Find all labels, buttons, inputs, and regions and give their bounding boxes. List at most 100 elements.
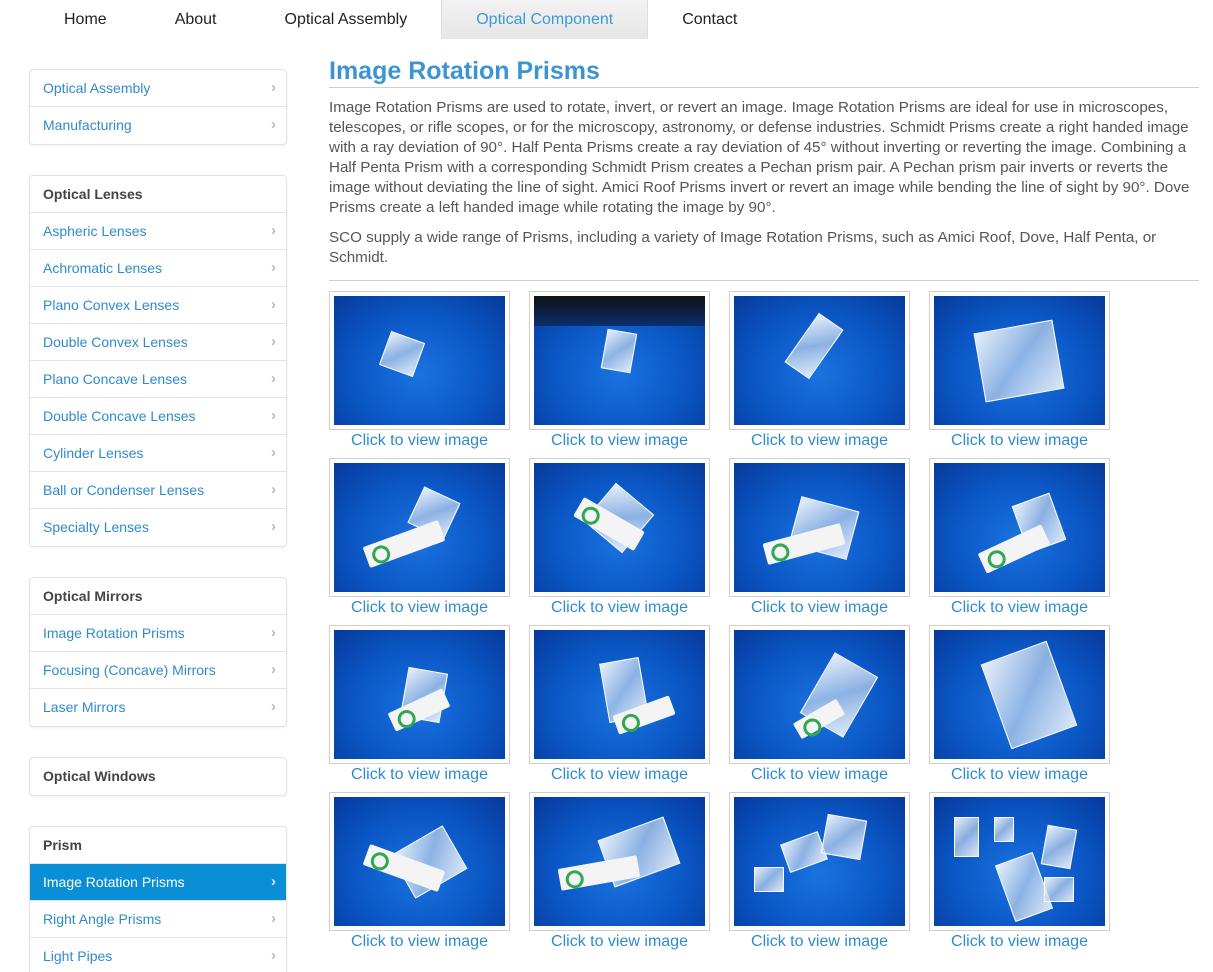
- sidebar-item-image-rotation-prisms[interactable]: Image Rotation Prisms ›: [30, 864, 286, 901]
- nav-optical-assembly[interactable]: Optical Assembly: [251, 0, 442, 39]
- gallery-thumbnail-frame[interactable]: [729, 291, 910, 430]
- chevron-right-icon: ›: [271, 698, 276, 715]
- sidebar-item-mirror-image-rotation-prisms[interactable]: Image Rotation Prisms ›: [30, 615, 286, 652]
- view-image-link[interactable]: Click to view image: [729, 932, 910, 952]
- prism-photo[interactable]: [734, 463, 905, 592]
- gallery-item[interactable]: Click to view image: [529, 625, 710, 785]
- gallery-item[interactable]: Click to view image: [729, 792, 910, 952]
- chevron-right-icon: ›: [271, 116, 276, 133]
- view-image-link[interactable]: Click to view image: [929, 598, 1110, 618]
- sidebar-item-label: Right Angle Prisms: [43, 911, 162, 927]
- gallery-thumbnail-frame[interactable]: [929, 625, 1110, 764]
- view-image-link[interactable]: Click to view image: [929, 932, 1110, 952]
- prism-photo[interactable]: [334, 630, 505, 759]
- view-image-link[interactable]: Click to view image: [929, 765, 1110, 785]
- sidebar-item-ball-condenser-lenses[interactable]: Ball or Condenser Lenses ›: [30, 472, 286, 509]
- prism-photo[interactable]: [734, 630, 905, 759]
- sidebar-item-specialty-lenses[interactable]: Specialty Lenses ›: [30, 509, 286, 546]
- intro-paragraph: Image Rotation Prisms are used to rotate…: [329, 99, 1190, 216]
- gallery-thumbnail-frame[interactable]: [729, 625, 910, 764]
- view-image-link[interactable]: Click to view image: [729, 765, 910, 785]
- gallery-item[interactable]: Click to view image: [929, 625, 1110, 785]
- gallery-thumbnail-frame[interactable]: [529, 792, 710, 931]
- gallery-thumbnail-frame[interactable]: [929, 792, 1110, 931]
- gallery-item[interactable]: Click to view image: [529, 792, 710, 952]
- gallery-thumbnail-frame[interactable]: [729, 792, 910, 931]
- prism-photo[interactable]: [934, 797, 1105, 926]
- view-image-link[interactable]: Click to view image: [729, 598, 910, 618]
- gallery-thumbnail-frame[interactable]: [929, 291, 1110, 430]
- gallery-thumbnail-frame[interactable]: [329, 291, 510, 430]
- view-image-link[interactable]: Click to view image: [929, 431, 1110, 451]
- view-image-link[interactable]: Click to view image: [529, 598, 710, 618]
- sidebar-item-manufacturing[interactable]: Manufacturing ›: [30, 107, 286, 144]
- view-image-link[interactable]: Click to view image: [329, 598, 510, 618]
- chevron-right-icon: ›: [271, 481, 276, 498]
- nav-home[interactable]: Home: [30, 0, 141, 39]
- gallery-item[interactable]: Click to view image: [729, 458, 910, 618]
- sidebar-item-plano-concave-lenses[interactable]: Plano Concave Lenses ›: [30, 361, 286, 398]
- prism-photo[interactable]: [934, 463, 1105, 592]
- gallery-item[interactable]: Click to view image: [529, 291, 710, 451]
- view-image-link[interactable]: Click to view image: [729, 431, 910, 451]
- gallery-item[interactable]: Click to view image: [929, 458, 1110, 618]
- sidebar-item-cylinder-lenses[interactable]: Cylinder Lenses ›: [30, 435, 286, 472]
- view-image-link[interactable]: Click to view image: [529, 932, 710, 952]
- sidebar-group-optical-lenses: Optical Lenses Aspheric Lenses › Achromat…: [29, 175, 287, 547]
- sidebar-item-right-angle-prisms[interactable]: Right Angle Prisms ›: [30, 901, 286, 938]
- gallery-thumbnail-frame[interactable]: [729, 458, 910, 597]
- gallery-item[interactable]: Click to view image: [929, 792, 1110, 952]
- view-image-link[interactable]: Click to view image: [529, 431, 710, 451]
- gallery-item[interactable]: Click to view image: [329, 792, 510, 952]
- sidebar-item-label: Light Pipes: [43, 948, 113, 964]
- chevron-right-icon: ›: [271, 947, 276, 964]
- prism-photo[interactable]: [934, 296, 1105, 425]
- prism-photo[interactable]: [534, 296, 705, 425]
- gallery-item[interactable]: Click to view image: [329, 291, 510, 451]
- sidebar-item-plano-convex-lenses[interactable]: Plano Convex Lenses ›: [30, 287, 286, 324]
- gallery-thumbnail-frame[interactable]: [529, 458, 710, 597]
- sidebar-item-light-pipes[interactable]: Light Pipes ›: [30, 938, 286, 972]
- sidebar-item-double-concave-lenses[interactable]: Double Concave Lenses ›: [30, 398, 286, 435]
- sidebar-item-optical-assembly[interactable]: Optical Assembly ›: [30, 70, 286, 107]
- prism-photo[interactable]: [334, 797, 505, 926]
- sidebar-item-double-convex-lenses[interactable]: Double Convex Lenses ›: [30, 324, 286, 361]
- chevron-right-icon: ›: [271, 222, 276, 239]
- prism-photo[interactable]: [334, 296, 505, 425]
- nav-optical-component[interactable]: Optical Component: [441, 0, 649, 39]
- gallery-item[interactable]: Click to view image: [729, 291, 910, 451]
- sidebar-item-label: Cylinder Lenses: [43, 445, 144, 461]
- view-image-link[interactable]: Click to view image: [329, 431, 510, 451]
- gallery-item[interactable]: Click to view image: [329, 625, 510, 785]
- nav-about[interactable]: About: [141, 0, 251, 39]
- gallery-thumbnail-frame[interactable]: [529, 625, 710, 764]
- sidebar-header-optical-windows[interactable]: Optical Windows: [30, 758, 286, 795]
- sidebar-item-focusing-mirrors[interactable]: Focusing (Concave) Mirrors ›: [30, 652, 286, 689]
- gallery-thumbnail-frame[interactable]: [329, 625, 510, 764]
- prism-photo[interactable]: [534, 630, 705, 759]
- prism-shape: [994, 817, 1014, 842]
- prism-photo[interactable]: [534, 463, 705, 592]
- prism-photo[interactable]: [934, 630, 1105, 759]
- gallery-thumbnail-frame[interactable]: [529, 291, 710, 430]
- gallery-item[interactable]: Click to view image: [329, 458, 510, 618]
- sidebar-item-achromatic-lenses[interactable]: Achromatic Lenses ›: [30, 250, 286, 287]
- chevron-right-icon: ›: [271, 910, 276, 927]
- view-image-link[interactable]: Click to view image: [329, 765, 510, 785]
- gallery-item[interactable]: Click to view image: [729, 625, 910, 785]
- view-image-link[interactable]: Click to view image: [529, 765, 710, 785]
- sidebar-item-aspheric-lenses[interactable]: Aspheric Lenses ›: [30, 213, 286, 250]
- view-image-link[interactable]: Click to view image: [329, 932, 510, 952]
- gallery-thumbnail-frame[interactable]: [329, 792, 510, 931]
- gallery-item[interactable]: Click to view image: [929, 291, 1110, 451]
- prism-photo[interactable]: [534, 797, 705, 926]
- gallery-thumbnail-frame[interactable]: [329, 458, 510, 597]
- gallery-item[interactable]: Click to view image: [529, 458, 710, 618]
- prism-photo[interactable]: [734, 296, 905, 425]
- prism-photo[interactable]: [334, 463, 505, 592]
- gallery-thumbnail-frame[interactable]: [929, 458, 1110, 597]
- chevron-right-icon: ›: [271, 259, 276, 276]
- nav-contact[interactable]: Contact: [648, 0, 771, 39]
- sidebar-item-laser-mirrors[interactable]: Laser Mirrors ›: [30, 689, 286, 726]
- prism-photo[interactable]: [734, 797, 905, 926]
